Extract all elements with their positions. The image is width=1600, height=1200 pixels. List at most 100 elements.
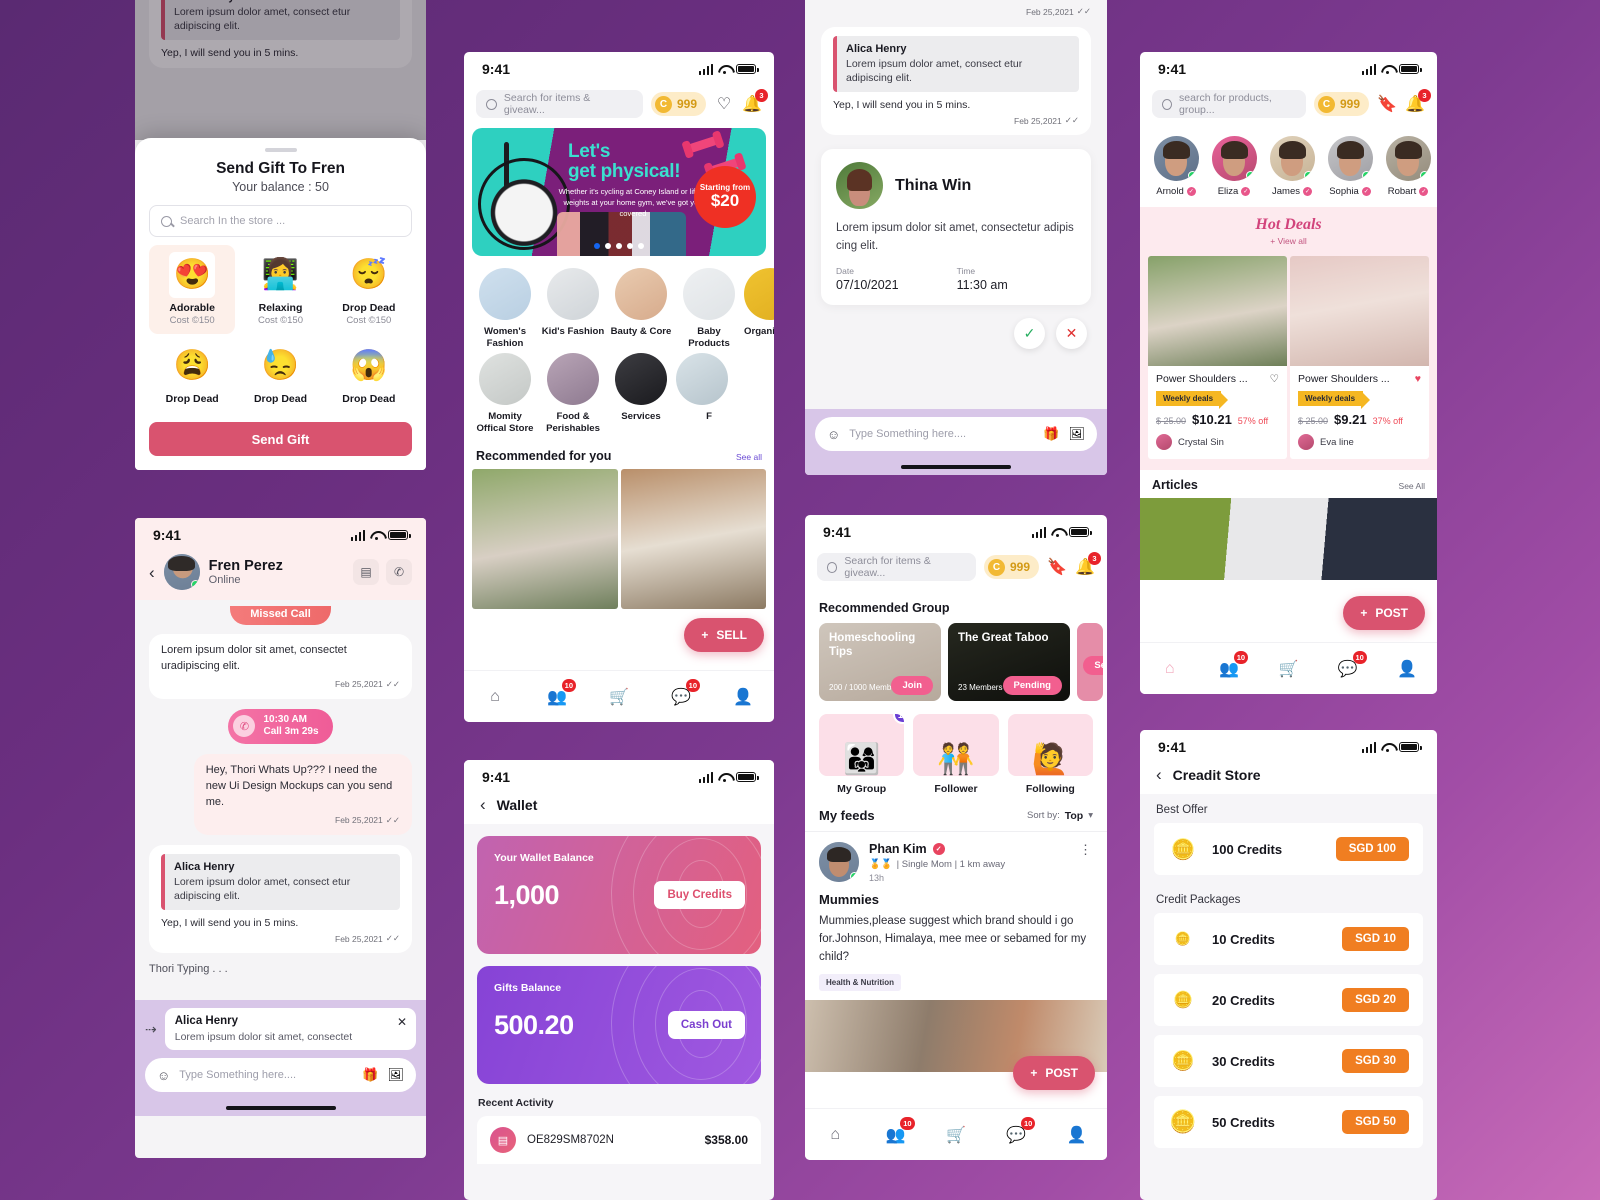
tab-people[interactable]: 👥 10 (1216, 650, 1249, 682)
story-item[interactable]: Eliza ✓ (1208, 136, 1260, 197)
call-log-pill[interactable]: ✆ 10:30 AM Call 3m 29s (228, 708, 333, 744)
decline-close-icon[interactable]: ✕ (1056, 317, 1087, 349)
story-item[interactable]: James ✓ (1266, 136, 1318, 197)
modal-scrim[interactable] (135, 0, 426, 140)
back-icon[interactable]: ‹ (480, 796, 486, 813)
favorite-heart-icon[interactable]: ♥ (1415, 373, 1421, 385)
group-card[interactable]: The Great Taboo 23 Members Pending (948, 623, 1070, 701)
package-price-button[interactable]: SGD 30 (1342, 1049, 1409, 1073)
tab-profile[interactable]: 👤 (730, 684, 756, 710)
package-price-button[interactable]: SGD 20 (1342, 988, 1409, 1012)
post-button[interactable]: + POST (1343, 596, 1425, 630)
category-item[interactable]: Baby Products (676, 268, 742, 350)
story-item[interactable]: Robart ✓ (1382, 136, 1434, 197)
image-icon[interactable]: 🖼 (387, 1067, 404, 1083)
notification-bell-icon[interactable]: 🔔 3 (1405, 89, 1431, 114)
promo-banner[interactable]: Let's get physical! Whether it's cycling … (472, 128, 766, 256)
sheet-grabber[interactable] (264, 148, 297, 152)
notification-bell-icon[interactable]: 🔔 3 (742, 89, 768, 114)
group-action-pill[interactable]: Pending (1002, 676, 1062, 695)
story-item[interactable]: Sophia ✓ (1324, 136, 1376, 197)
see-all-link[interactable]: See all (736, 452, 762, 462)
best-offer-row[interactable]: 🪙 100 Credits SGD 100 (1154, 823, 1423, 875)
credit-package-row[interactable]: 🪙 30 Credits SGD 30 (1154, 1035, 1423, 1087)
gift-option[interactable]: 😩 Drop Dead (149, 336, 235, 414)
tab-home[interactable]: ⌂ (1157, 656, 1183, 682)
tab-profile[interactable]: 👤 (1394, 656, 1420, 682)
coin-balance-chip[interactable]: C 999 (1313, 92, 1369, 116)
message-input[interactable]: Type Something here.... (179, 1069, 353, 1081)
back-icon[interactable]: ‹ (149, 564, 155, 581)
search-input[interactable]: Search for items & giveaw... (476, 90, 643, 118)
activity-row[interactable]: ▤ OE829SM8702N $358.00 (477, 1116, 761, 1164)
relationship-tile[interactable]: 🙋 Following (1007, 714, 1093, 795)
more-options-icon[interactable]: ⋮ (1079, 842, 1093, 883)
accept-check-icon[interactable]: ✓ (1014, 317, 1045, 349)
story-item[interactable]: Arnold ✓ (1150, 136, 1202, 197)
see-all-link[interactable]: See All (1399, 481, 1425, 491)
category-item[interactable]: Bauty & Core (608, 268, 674, 350)
search-input[interactable]: search for products, group... (1152, 90, 1306, 118)
tab-profile[interactable]: 👤 (1064, 1122, 1090, 1148)
category-item[interactable]: Women's Fashion (472, 268, 538, 350)
tab-people[interactable]: 👥 10 (883, 1116, 915, 1148)
group-action-pill[interactable]: Join (891, 676, 933, 695)
group-action-pill[interactable]: Se (1083, 656, 1103, 675)
coin-balance-chip[interactable]: C 999 (983, 555, 1039, 579)
gift-icon[interactable]: 🎁 (1043, 426, 1059, 442)
buy-credits-button[interactable]: Buy Credits (654, 881, 745, 909)
emoji-icon[interactable]: ☺ (157, 1068, 170, 1083)
search-input[interactable]: Search for items & giveaw... (817, 553, 976, 581)
tab-cart[interactable]: 🛒 (1275, 656, 1301, 682)
product-card[interactable]: Power Shoulders ... ♥ Weekly deals $ 25.00 $… (1290, 256, 1429, 459)
product-card[interactable]: Power Shoulders ... ♡ Weekly deals $ 25.00 $… (1148, 256, 1287, 459)
favorite-heart-icon[interactable]: ♡ (1270, 373, 1279, 385)
gift-option[interactable]: 😓 Drop Dead (237, 336, 323, 414)
phone-call-icon[interactable]: ✆ (386, 559, 412, 585)
send-gift-button[interactable]: Send Gift (149, 422, 412, 456)
cash-out-button[interactable]: Cash Out (667, 1011, 745, 1039)
package-price-button[interactable]: SGD 50 (1342, 1110, 1409, 1134)
close-icon[interactable]: ✕ (397, 1015, 407, 1029)
tab-home[interactable]: ⌂ (482, 684, 508, 710)
sell-button[interactable]: + SELL (684, 618, 764, 652)
relationship-tile[interactable]: 🧑‍🤝‍🧑 Follower (913, 714, 999, 795)
tab-cart[interactable]: 🛒 (606, 684, 632, 710)
gift-option[interactable]: 👩‍💻 Relaxing Cost ©150 (237, 245, 323, 334)
tab-chat[interactable]: 💬 10 (668, 678, 700, 710)
carousel-dots[interactable] (472, 243, 766, 249)
relationship-tile[interactable]: 👨‍👩‍👧10 My Group (819, 714, 905, 795)
hot-deals-view-all[interactable]: + View all (1140, 236, 1437, 246)
credit-package-row[interactable]: 🪙 20 Credits SGD 20 (1154, 974, 1423, 1026)
product-thumb[interactable] (472, 468, 618, 609)
package-price-button[interactable]: SGD 100 (1335, 837, 1409, 861)
post-tag[interactable]: Health & Nutrition (819, 974, 901, 992)
category-item[interactable]: Organic (744, 268, 774, 350)
avatar[interactable] (163, 554, 200, 590)
message-input[interactable]: Type Something here.... (849, 428, 1034, 440)
tab-people[interactable]: 👥 10 (544, 678, 576, 710)
sort-control[interactable]: Sort by: Top ▾ (1027, 810, 1093, 822)
coin-balance-chip[interactable]: C 999 (650, 92, 706, 116)
bookmark-icon[interactable]: 🔖 (1377, 94, 1397, 114)
image-icon[interactable]: 🖼 (1068, 426, 1085, 442)
gift-option[interactable]: 😱 Drop Dead (326, 336, 412, 414)
avatar[interactable] (819, 842, 859, 882)
notification-bell-icon[interactable]: 🔔 3 (1075, 552, 1101, 577)
group-card[interactable]: Se (1077, 623, 1103, 701)
post-button[interactable]: + POST (1013, 1056, 1095, 1090)
credit-package-row[interactable]: 🪙 50 Credits SGD 50 (1154, 1096, 1423, 1148)
category-item[interactable]: Services (608, 352, 674, 435)
tab-cart[interactable]: 🛒 (943, 1122, 969, 1148)
tab-home[interactable]: ⌂ (822, 1122, 848, 1148)
tab-chat[interactable]: 💬 10 (1003, 1116, 1036, 1148)
wishlist-heart-icon[interactable]: ♡ (714, 94, 734, 114)
gift-search-input[interactable]: Search In the store ... (149, 205, 412, 237)
product-thumb[interactable] (620, 468, 766, 609)
tab-chat[interactable]: 💬 10 (1335, 650, 1367, 682)
category-item-partial[interactable]: F (676, 352, 742, 435)
group-card[interactable]: Homeschooling Tips 200 / 1000 Members Join (819, 623, 941, 701)
video-call-icon[interactable]: ▤ (353, 559, 379, 585)
credit-package-row[interactable]: 🪙 10 Credits SGD 10 (1154, 913, 1423, 965)
emoji-icon[interactable]: ☺ (827, 427, 840, 442)
